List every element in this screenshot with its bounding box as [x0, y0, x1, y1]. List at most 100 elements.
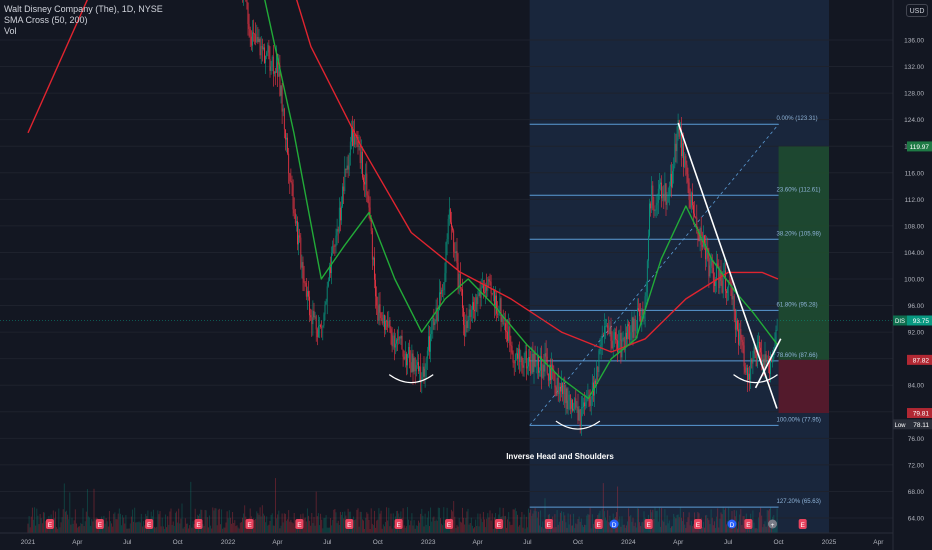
volume-bar — [226, 511, 228, 533]
candle-body — [442, 289, 444, 291]
volume-bar — [580, 518, 582, 533]
candle-body — [612, 340, 614, 349]
volume-bar — [353, 516, 355, 533]
candle-body — [708, 258, 710, 277]
volume-bar — [408, 519, 410, 533]
volume-bar — [157, 510, 159, 533]
volume-bar — [314, 525, 316, 533]
volume-bar — [622, 524, 624, 533]
candle-body — [287, 137, 288, 154]
volume-bar — [322, 528, 324, 533]
volume-bar — [715, 528, 716, 533]
volume-bar — [178, 508, 180, 533]
volume-label[interactable]: Vol — [4, 26, 17, 36]
volume-bar — [220, 524, 221, 533]
fib-level-label: 61.80% (95.28) — [777, 302, 818, 308]
volume-bar — [276, 518, 278, 533]
candle-body — [483, 285, 484, 293]
volume-bar — [97, 528, 99, 533]
candle-body — [353, 132, 354, 146]
indicator-label[interactable]: SMA Cross (50, 200) — [4, 15, 88, 25]
candle-body — [758, 341, 759, 343]
volume-bar — [722, 507, 724, 533]
volume-bar — [308, 515, 309, 533]
x-tick-label: Oct — [573, 539, 583, 546]
candle-body — [660, 182, 661, 185]
candle-body — [648, 235, 649, 261]
candle-body — [596, 367, 598, 384]
candle-body — [464, 324, 466, 337]
candle-body — [430, 334, 431, 352]
candle-body — [637, 308, 638, 331]
volume-bar — [766, 510, 768, 533]
event-marker-label: E — [646, 522, 651, 529]
volume-bar — [34, 507, 36, 533]
volume-bar — [517, 514, 518, 533]
volume-bar — [468, 524, 470, 533]
price-badge-value: 79.81 — [913, 411, 930, 418]
volume-bar — [633, 526, 635, 533]
candle-body — [366, 173, 368, 196]
candle-body — [601, 333, 603, 346]
volume-bar — [437, 507, 439, 533]
volume-bar — [257, 513, 259, 533]
candle-body — [701, 244, 703, 247]
candle-body — [323, 314, 325, 326]
volume-bar — [60, 522, 62, 533]
candle-body — [423, 366, 425, 377]
candle-body — [513, 362, 515, 364]
candle-body — [403, 356, 405, 360]
volume-bar — [524, 528, 526, 533]
volume-bar — [343, 518, 345, 533]
candle-body — [300, 237, 302, 268]
candle-body — [770, 358, 771, 374]
candle-body — [589, 395, 591, 406]
x-tick-label: Apr — [473, 539, 484, 546]
volume-bar — [42, 512, 44, 533]
candle-body — [610, 325, 612, 342]
volume-bar — [268, 524, 270, 533]
candle-body — [336, 228, 338, 236]
volume-bar — [234, 520, 236, 533]
currency-button[interactable]: USD — [906, 4, 928, 17]
volume-bar — [207, 527, 209, 533]
candle-body — [330, 267, 331, 274]
price-chart[interactable]: 0.00% (123.31) 23.60% (112.61) 38.20% (105… — [0, 0, 932, 550]
candle-body — [326, 286, 328, 302]
volume-bar — [484, 519, 485, 533]
candle-body — [646, 260, 648, 293]
volume-bar — [260, 516, 262, 533]
volume-bar — [558, 521, 560, 533]
volume-bar — [471, 525, 473, 533]
profit-zone[interactable] — [778, 146, 829, 360]
volume-bar — [321, 519, 323, 533]
fib-level-label: 0.00% (123.31) — [777, 116, 818, 122]
volume-bar — [256, 511, 258, 533]
candle-body — [422, 366, 424, 378]
volume-bar — [277, 514, 279, 533]
candle-body — [462, 289, 463, 308]
candle-body — [377, 305, 379, 321]
y-tick-label: 112.00 — [905, 197, 925, 204]
volume-bar — [567, 513, 569, 533]
loss-zone[interactable] — [778, 359, 829, 414]
volume-bar — [243, 513, 245, 533]
volume-bar — [592, 524, 594, 533]
event-marker-label: E — [297, 522, 302, 529]
candle-body — [583, 402, 584, 408]
volume-bar — [760, 507, 762, 533]
pattern-annotation: Inverse Head and Shoulders — [506, 452, 614, 461]
volume-bar — [370, 508, 372, 533]
candle-body — [254, 33, 255, 35]
volume-bar — [218, 508, 220, 533]
volume-bar — [660, 526, 661, 533]
volume-bar — [404, 527, 406, 533]
candle-body — [534, 352, 536, 367]
candle-body — [343, 186, 345, 192]
volume-bar — [165, 514, 166, 533]
candle-body — [443, 282, 445, 291]
candle-body — [487, 279, 489, 291]
volume-bar — [368, 519, 370, 533]
volume-bar — [416, 525, 418, 533]
candle-body — [673, 165, 675, 172]
